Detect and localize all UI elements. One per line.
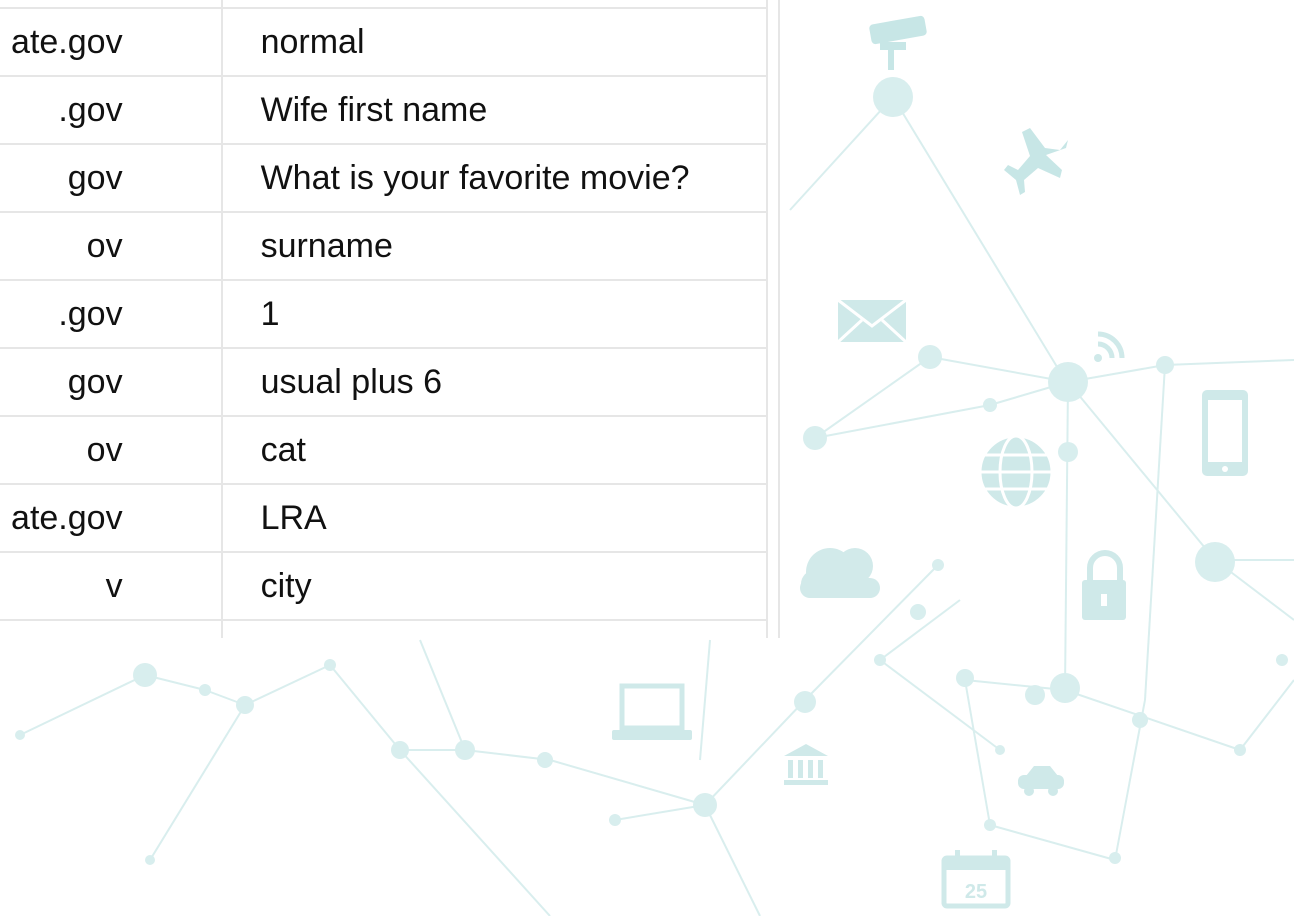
domain-cell[interactable]: gov [0, 144, 223, 213]
table-row[interactable]: gov What is your favorite movie? [0, 144, 769, 213]
cloud-icon [800, 548, 880, 598]
domain-cell[interactable]: ate.gov [0, 8, 223, 77]
smartphone-icon [1202, 390, 1248, 476]
domain-text: ov [86, 430, 123, 469]
answer-cell[interactable]: cat [221, 416, 769, 485]
answer-cell[interactable] [221, 0, 769, 9]
domain-cell[interactable]: gov [0, 348, 223, 417]
bank-icon [784, 744, 828, 785]
table-row[interactable]: gov usual plus 6 [0, 348, 769, 417]
domain-cell[interactable]: .gov [0, 280, 223, 349]
table-row[interactable]: ov surname [0, 212, 769, 281]
credentials-table: ate.gov normal .gov Wife first name gov What … [0, 0, 769, 638]
domain-cell[interactable] [0, 0, 223, 9]
table-row[interactable]: v city [0, 552, 769, 621]
padlock-icon [1082, 550, 1126, 620]
domain-cell[interactable] [0, 620, 223, 638]
domain-cell[interactable]: ov [0, 212, 223, 281]
calendar-day: 25 [965, 881, 987, 903]
table-row[interactable]: ov cat [0, 416, 769, 485]
domain-text: .gov [58, 294, 123, 333]
answer-cell[interactable]: What is your favorite movie? [221, 144, 769, 213]
domain-cell[interactable]: ate.gov [0, 484, 223, 553]
globe-icon [978, 434, 1054, 510]
answer-cell[interactable]: Wife first name [221, 76, 769, 145]
wifi-icon [1094, 331, 1125, 362]
table-row[interactable]: ate.gov normal [0, 8, 769, 77]
envelope-icon [836, 298, 908, 344]
domain-cell[interactable]: .gov [0, 76, 223, 145]
table-row[interactable] [0, 620, 769, 638]
domain-text: .gov [58, 90, 123, 129]
car-icon [1018, 766, 1064, 796]
table-row[interactable] [0, 0, 769, 9]
domain-text: ate.gov [11, 22, 123, 61]
answer-cell[interactable]: city [221, 552, 769, 621]
answer-cell[interactable]: LRA [221, 484, 769, 553]
domain-cell[interactable]: ov [0, 416, 223, 485]
domain-text: gov [67, 362, 123, 401]
answer-cell[interactable] [221, 620, 769, 638]
answer-cell[interactable]: usual plus 6 [221, 348, 769, 417]
laptop-icon [612, 683, 692, 740]
table-row[interactable]: .gov Wife first name [0, 76, 769, 145]
domain-text: gov [67, 158, 123, 197]
domain-cell[interactable]: v [0, 552, 223, 621]
answer-cell[interactable]: normal [221, 8, 769, 77]
table-row[interactable]: .gov 1 [0, 280, 769, 349]
airplane-icon [1004, 128, 1068, 195]
domain-text: v [105, 566, 123, 605]
domain-text: ov [86, 226, 123, 265]
calendar-icon: 25 [941, 850, 1011, 909]
domain-text: ate.gov [11, 498, 123, 537]
answer-cell[interactable]: 1 [221, 280, 769, 349]
security-camera-icon [869, 15, 927, 70]
table-row[interactable]: ate.gov LRA [0, 484, 769, 553]
answer-cell[interactable]: surname [221, 212, 769, 281]
data-grid: ate.gov normal .gov Wife first name gov What … [0, 0, 780, 638]
